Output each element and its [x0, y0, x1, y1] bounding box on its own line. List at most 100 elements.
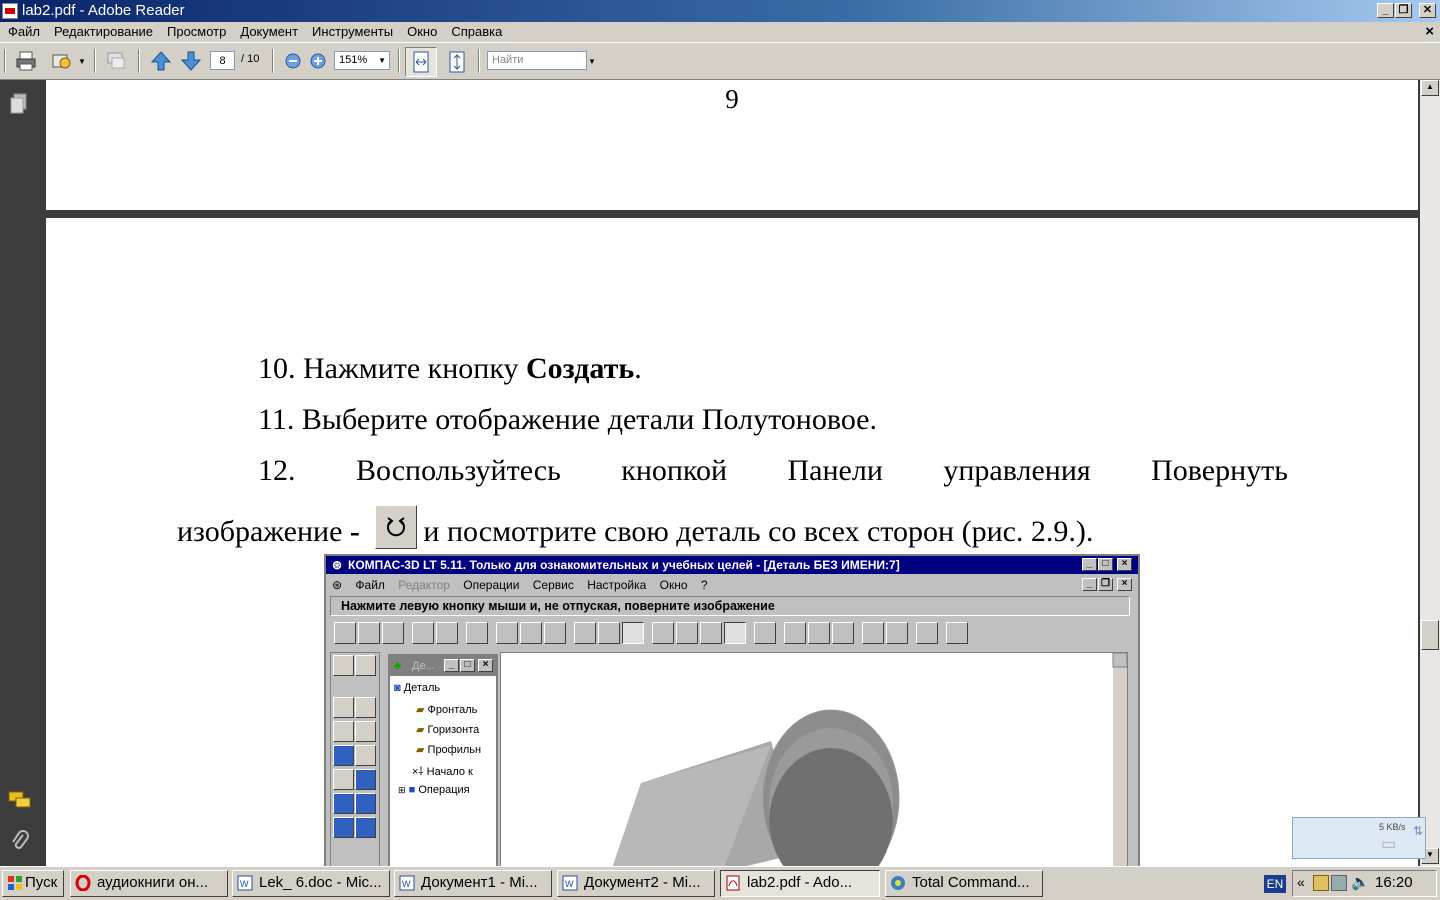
system-tray: « 🔈 16:20	[1292, 870, 1437, 897]
task-word-lek[interactable]: W Lek_ 6.doc - Mic...	[232, 870, 390, 897]
language-indicator[interactable]: EN	[1264, 875, 1286, 893]
kompas-menu-bar: ⊛ Файл Редактор Операции Сервис Настройк…	[326, 576, 1138, 594]
kompas-title: КОМПАС-3D LT 5.11. Только для ознакомите…	[348, 558, 900, 572]
kompas-menu-item: Окно	[659, 578, 688, 592]
tree-label: Профильн	[427, 744, 482, 756]
menu-document[interactable]: Документ	[233, 22, 305, 42]
kompas-panel-icon	[333, 817, 354, 838]
menu-window[interactable]: Окно	[400, 22, 444, 42]
find-placeholder: Найти	[492, 54, 524, 66]
network-tray-icon[interactable]	[1331, 875, 1347, 891]
kompas-panel-icon	[355, 745, 376, 766]
attachments-icon[interactable]	[10, 830, 30, 854]
tray-expand-button[interactable]: «	[1297, 874, 1305, 890]
navigation-panel	[0, 80, 40, 866]
kompas-app-icon: ⊛	[332, 558, 343, 572]
kompas-panel-icon	[355, 721, 376, 742]
kompas-zoom-out-icon	[544, 622, 566, 644]
task-adobe-reader[interactable]: lab2.pdf - Ado...	[720, 870, 880, 897]
task-opera[interactable]: аудиокниги он...	[70, 870, 228, 897]
tree-item-part: ◙ Деталь	[394, 682, 441, 694]
kompas-wireframe-icon	[652, 622, 674, 644]
kompas-tool-icon	[466, 622, 488, 644]
kompas-prompt-line: Нажмите левую кнопку мыши и, не отпуская…	[330, 596, 1130, 616]
zoom-in-icon[interactable]	[309, 52, 327, 70]
menu-edit[interactable]: Редактирование	[47, 22, 160, 42]
kompas-tool-icon	[808, 622, 830, 644]
kompas-fit-icon	[598, 622, 620, 644]
close-button[interactable]: ✕	[1419, 3, 1436, 18]
tree-label: Начало к	[426, 766, 473, 778]
find-input[interactable]: Найти	[487, 51, 587, 70]
page-number: 9	[725, 84, 739, 114]
kompas-panel-icon	[333, 793, 354, 814]
kompas-toolbar	[330, 620, 1130, 648]
next-page-icon[interactable]	[179, 49, 203, 73]
task-label: Lek_ 6.doc - Mic...	[259, 874, 382, 891]
start-label: Пуск	[25, 874, 58, 891]
network-adapter-icon: ▭	[1381, 836, 1397, 853]
email-icon[interactable]	[50, 49, 74, 73]
toolbar: ▼ / 10 151% ▼ Найти ▼	[0, 42, 1440, 80]
svg-text:W: W	[240, 879, 249, 889]
clock[interactable]: 16:20	[1375, 874, 1413, 891]
tray-app-icon[interactable]	[1313, 875, 1329, 891]
zoom-dropdown-icon[interactable]: ▼	[378, 52, 386, 69]
task-word-doc2[interactable]: W Документ2 - Mi...	[557, 870, 715, 897]
comments-icon[interactable]	[104, 49, 128, 73]
kompas-tree-maximize-icon: □	[460, 659, 475, 672]
scroll-down-icon: ▼	[1426, 850, 1434, 859]
page-number-input[interactable]	[210, 51, 235, 70]
kompas-open-icon	[412, 622, 434, 644]
zoom-value: 151%	[339, 54, 368, 66]
restore-button[interactable]: ❐	[1395, 3, 1412, 18]
kompas-doc-close-icon: ×	[1117, 578, 1132, 591]
pdf-app-icon	[2, 3, 18, 19]
menu-file[interactable]: Файл	[1, 22, 47, 42]
fit-page-icon[interactable]	[448, 51, 466, 73]
kompas-rotate-icon	[622, 622, 644, 644]
tree-label: Горизонта	[427, 724, 480, 736]
kompas-3d-viewport	[500, 652, 1128, 866]
kompas-panel-icon	[355, 655, 376, 676]
zoom-out-icon[interactable]	[284, 52, 302, 70]
volume-icon[interactable]: 🔈	[1351, 873, 1370, 891]
task-word-doc1[interactable]: W Документ1 - Mi...	[394, 870, 552, 897]
window-title: lab2.pdf - Adobe Reader	[22, 2, 185, 19]
step-10-suffix: .	[634, 352, 642, 385]
task-label: Total Command...	[912, 874, 1030, 891]
fit-width-button[interactable]	[405, 47, 437, 77]
minimize-button[interactable]: _	[1377, 3, 1394, 18]
menu-help[interactable]: Справка	[444, 22, 509, 42]
previous-page-icon[interactable]	[149, 49, 173, 73]
step-10-text: 10. Нажмите кнопку	[258, 352, 527, 385]
tree-item-operation: ⊞ ■ Операция	[398, 784, 470, 796]
kompas-thin-lines-icon	[700, 622, 722, 644]
print-icon[interactable]	[14, 49, 38, 73]
comments-panel-icon[interactable]	[8, 790, 32, 810]
document-view[interactable]: 9 10. Нажмите кнопку Создать. 11. Выбери…	[40, 80, 1420, 866]
menu-tools[interactable]: Инструменты	[305, 22, 400, 42]
find-dropdown-icon[interactable]: ▼	[588, 57, 596, 66]
zoom-select[interactable]: 151% ▼	[334, 51, 390, 70]
kompas-perspective-icon	[754, 622, 776, 644]
vertical-scrollbar[interactable]: ▲ ▼	[1420, 80, 1440, 866]
taskbar: Пуск аудиокниги он... W Lek_ 6.doc - Mic…	[0, 866, 1440, 900]
kompas-panel-icon	[333, 769, 354, 790]
step-12-word: 12.	[258, 454, 296, 487]
document-close-button[interactable]: ×	[1425, 22, 1434, 42]
menu-view[interactable]: Просмотр	[160, 22, 233, 42]
pages-icon[interactable]	[9, 93, 29, 115]
task-label: Документ1 - Mi...	[421, 874, 538, 891]
scroll-up-button[interactable]: ▲	[1421, 80, 1439, 96]
task-total-commander[interactable]: Total Command...	[885, 870, 1043, 897]
kompas-save-icon	[436, 622, 458, 644]
kompas-menu-item: Операции	[463, 578, 520, 592]
email-dropdown-icon[interactable]: ▼	[78, 57, 86, 66]
scroll-thumb[interactable]	[1421, 620, 1439, 650]
start-button[interactable]: Пуск	[2, 870, 64, 897]
kompas-shaded-icon	[724, 622, 746, 644]
kompas-pan-icon	[574, 622, 596, 644]
kompas-panel-icon	[333, 721, 354, 742]
kompas-menu-item: ?	[700, 578, 708, 592]
